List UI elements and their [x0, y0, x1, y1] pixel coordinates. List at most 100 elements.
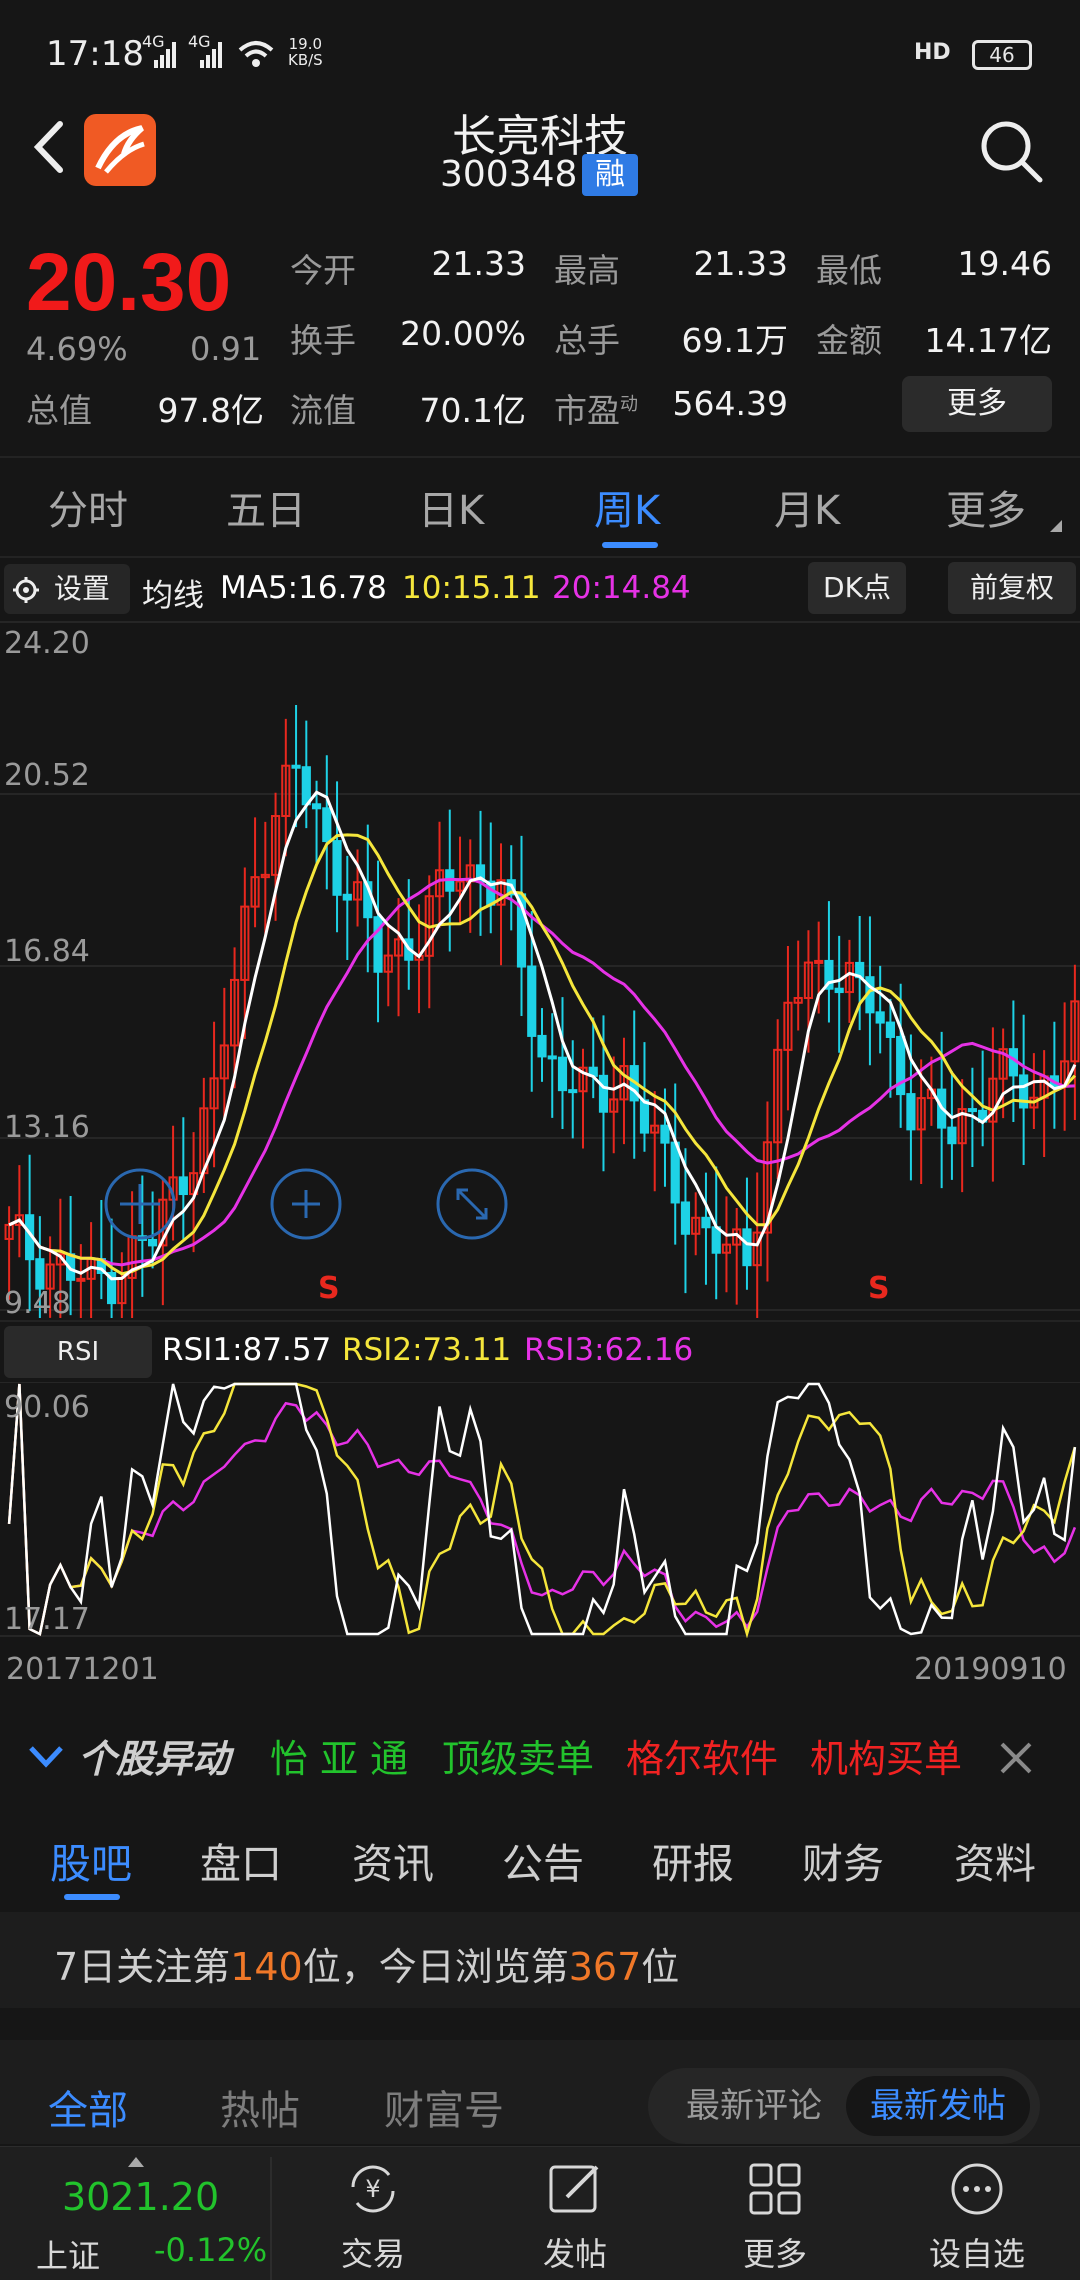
sort-latest-comment[interactable]: 最新评论 — [662, 2076, 846, 2136]
section-tabs: 股吧 盘口 资讯 公告 研报 财务 资料 — [0, 1802, 1080, 1910]
candle-body — [342, 893, 352, 901]
tab-more[interactable]: 更多 — [946, 478, 1026, 536]
candle-body — [670, 1141, 680, 1204]
nav-add-watchlist[interactable]: 设自选 — [892, 2147, 1062, 2280]
candle-body — [332, 840, 342, 896]
candle-body — [527, 965, 537, 1037]
tab-intraday[interactable]: 分时 — [48, 478, 128, 536]
nav-more[interactable]: 更多 — [690, 2147, 860, 2280]
rsi3-line — [7, 1383, 1077, 1636]
candle-body — [875, 1011, 885, 1024]
nav-trade[interactable]: ¥ 交易 — [288, 2147, 458, 2280]
candle-body — [967, 1108, 977, 1113]
divider — [0, 556, 1080, 558]
feed-tab-fortune[interactable]: 财富号 — [384, 2078, 504, 2136]
candle-body — [742, 1228, 752, 1267]
tab-monthly-k[interactable]: 月K — [774, 478, 840, 536]
change-amount: 0.91 — [190, 330, 262, 368]
ticker-title: 个股异动 — [78, 1737, 231, 1781]
rsi2-line — [7, 1382, 1077, 1638]
candle-body — [660, 1124, 670, 1144]
margin-badge: 融 — [582, 154, 638, 196]
rank-text: 7日关注第140位，今日浏览第367位 — [54, 1945, 680, 1989]
pe-label: 市盈动 — [554, 391, 638, 430]
rsi-y-tick: 17.17 — [4, 1602, 90, 1637]
tab-guba[interactable]: 股吧 — [50, 1830, 132, 1890]
ticker-item[interactable]: 顶级卖单 — [442, 1728, 594, 1783]
tab-weekly-k[interactable]: 周K — [594, 478, 660, 536]
open-label: 今开 — [290, 251, 356, 290]
feed-tab-hot[interactable]: 热帖 — [220, 2078, 300, 2136]
fullscreen-icon[interactable] — [436, 1168, 508, 1240]
rsi-y-tick: 90.06 — [4, 1390, 90, 1425]
candle-body — [537, 1034, 547, 1058]
candle-body — [311, 803, 322, 810]
adjust-button[interactable]: 前复权 — [948, 562, 1076, 614]
mcap-label: 总值 — [26, 391, 92, 430]
turnover-label: 换手 — [290, 321, 356, 360]
index-name: 上证 — [36, 2237, 101, 2275]
dk-point-button[interactable]: DK点 — [808, 562, 906, 614]
candle-body — [947, 1126, 957, 1145]
index-quote[interactable]: 3021.20 上证 -0.12% — [0, 2147, 270, 2280]
nav-post[interactable]: 发帖 — [490, 2147, 660, 2280]
bottom-nav: 3021.20 上证 -0.12% ¥ 交易 发帖 更多 设自选 — [0, 2146, 1080, 2280]
more-quote-button[interactable]: 更多 — [902, 376, 1052, 432]
ma5-value: MA5:16.78 — [220, 570, 387, 606]
wifi-icon — [238, 41, 274, 67]
divider — [0, 456, 1080, 458]
candle-body — [557, 1056, 568, 1092]
candle-body — [322, 807, 332, 843]
signal-s-marker: S — [318, 1271, 340, 1306]
tab-profile[interactable]: 资料 — [954, 1830, 1036, 1890]
y-tick: 24.20 — [4, 626, 90, 661]
volume-value: 69.1万 — [681, 321, 788, 360]
ticker-item[interactable]: 格尔软件 — [626, 1728, 778, 1783]
candle-body — [547, 1055, 557, 1060]
y-tick: 16.84 — [4, 934, 90, 969]
candle-body — [701, 1216, 711, 1229]
ticker-item[interactable]: 机构买单 — [810, 1728, 962, 1783]
tab-news[interactable]: 资讯 — [352, 1830, 434, 1890]
rsi1-value: RSI1:87.57 — [162, 1332, 332, 1368]
signal-bars-icon — [154, 42, 176, 68]
alert-ticker[interactable]: 个股异动 怡 亚 通 顶级卖单 格尔软件 机构买单 — [0, 1710, 1080, 1800]
dropdown-triangle-icon — [1050, 520, 1062, 532]
tab-pankou[interactable]: 盘口 — [200, 1830, 282, 1890]
tab-finance[interactable]: 财务 — [802, 1830, 884, 1890]
tab-research[interactable]: 研报 — [652, 1830, 734, 1890]
candle-body — [711, 1226, 721, 1254]
candle-body — [639, 1099, 650, 1134]
chevron-down-icon[interactable] — [28, 1744, 64, 1768]
stock-code: 300348 — [440, 154, 578, 195]
y-tick: 9.48 — [4, 1286, 71, 1321]
stock-header: 长亮科技 300348 融 — [0, 100, 1080, 210]
net-speed: 19.0 KB/S — [288, 35, 323, 69]
candlestick-chart[interactable]: S S — [0, 618, 1080, 1318]
grid-icon — [749, 2163, 801, 2215]
zoom-in-icon[interactable] — [270, 1168, 342, 1240]
rsi1-line — [7, 1382, 1077, 1636]
tab-announcement[interactable]: 公告 — [502, 1830, 584, 1890]
turnover-value: 20.00% — [400, 314, 526, 353]
float-value: 70.1亿 — [419, 391, 526, 430]
ticker-item[interactable]: 怡 亚 通 — [270, 1728, 408, 1783]
candle-body — [906, 1093, 916, 1131]
rsi-chart[interactable] — [0, 1382, 1080, 1638]
candle-body — [35, 1258, 45, 1290]
candle-body — [680, 1201, 691, 1235]
signal-s-marker: S — [868, 1271, 890, 1306]
tab-five-day[interactable]: 五日 — [226, 478, 306, 536]
yen-exchange-icon: ¥ — [351, 2165, 395, 2213]
rsi-button[interactable]: RSI — [4, 1326, 152, 1378]
search-icon[interactable] — [976, 116, 1046, 186]
divider — [0, 1320, 1080, 1322]
feed-tab-all[interactable]: 全部 — [48, 2078, 128, 2136]
close-icon[interactable] — [998, 1740, 1034, 1776]
feed-tabs: 全部 热帖 财富号 最新评论 最新发帖 — [0, 2040, 1080, 2144]
more-dots-icon — [951, 2163, 1003, 2215]
high-label: 最高 — [554, 251, 620, 290]
status-time: 17:18 — [46, 34, 144, 74]
tab-daily-k[interactable]: 日K — [418, 478, 484, 536]
sort-latest-post[interactable]: 最新发帖 — [846, 2076, 1030, 2136]
